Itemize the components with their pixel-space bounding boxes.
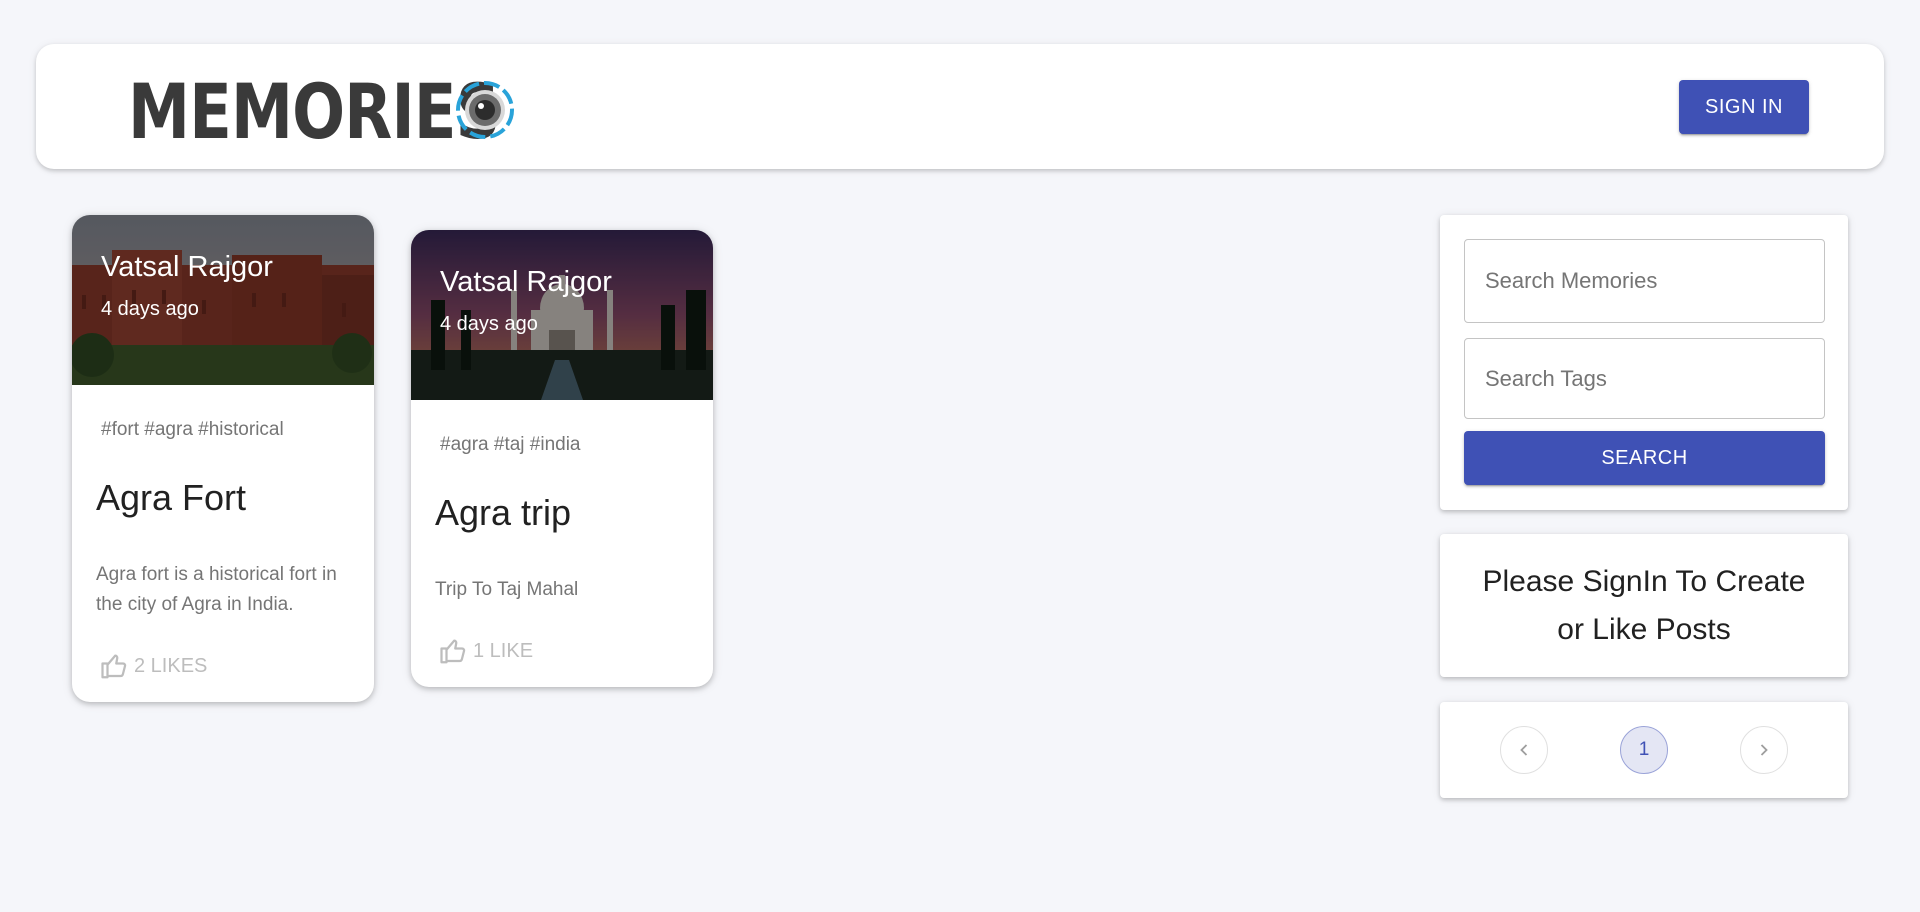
post-message: Agra fort is a historical fort in the ci…	[96, 564, 337, 615]
search-memories-input[interactable]	[1464, 239, 1825, 323]
camera-lens-icon	[456, 81, 514, 139]
post-message: Trip To Taj Mahal	[435, 579, 579, 600]
page-1-button[interactable]: 1	[1620, 726, 1668, 774]
search-panel: SEARCH	[1440, 215, 1848, 510]
thumb-up-icon	[101, 654, 127, 679]
like-count: 2 LIKES	[134, 654, 208, 677]
thumb-up-icon	[440, 639, 466, 664]
brand[interactable]: MEMORIES	[128, 74, 581, 150]
post-author: Vatsal Rajgor	[101, 251, 273, 283]
app-bar: MEMORIES SIGN IN	[36, 44, 1884, 169]
post-image: Vatsal Rajgor 4 days ago	[72, 215, 374, 385]
previous-page-button[interactable]	[1500, 726, 1548, 774]
chevron-left-icon	[1520, 744, 1528, 756]
post-image: Vatsal Rajgor 4 days ago	[411, 230, 713, 400]
sign-in-button[interactable]: SIGN IN	[1679, 80, 1809, 134]
like-count: 1 LIKE	[473, 639, 534, 662]
post-tags: #agra #taj #india	[440, 434, 581, 455]
post-time: 4 days ago	[101, 298, 199, 320]
post-card: Vatsal Rajgor 4 days ago #fort #agra #hi…	[72, 215, 374, 702]
next-page-button[interactable]	[1740, 726, 1788, 774]
post-title: Agra Fort	[96, 477, 247, 518]
post-title: Agra trip	[435, 492, 572, 533]
post-author: Vatsal Rajgor	[440, 266, 612, 298]
like-button[interactable]: 1 LIKE	[439, 636, 533, 666]
post-tags: #fort #agra #historical	[101, 419, 284, 440]
signin-prompt-text: Please SignIn To Create or Like Posts	[1482, 565, 1806, 646]
search-tags-input[interactable]	[1464, 338, 1825, 419]
like-button[interactable]: 2 LIKES	[100, 651, 207, 681]
signin-prompt-panel: Please SignIn To Create or Like Posts	[1440, 534, 1848, 677]
chevron-right-icon	[1760, 744, 1768, 756]
search-button[interactable]: SEARCH	[1464, 431, 1825, 485]
post-time: 4 days ago	[440, 313, 538, 335]
brand-title[interactable]: MEMORIES	[128, 74, 500, 150]
post-card: Vatsal Rajgor 4 days ago #agra #taj #ind…	[411, 230, 713, 687]
pagination: 1	[1440, 702, 1848, 798]
